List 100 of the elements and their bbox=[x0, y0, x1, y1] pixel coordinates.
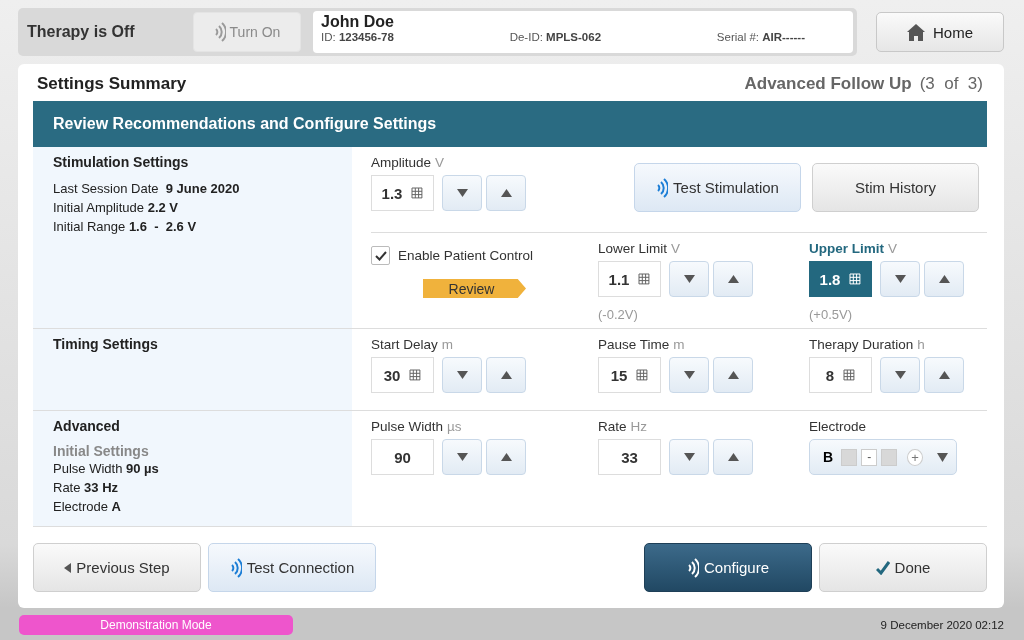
summary-line: Rate 33 Hz bbox=[53, 479, 120, 497]
review-tag: Review bbox=[423, 279, 526, 298]
field-label: Start Delay m bbox=[371, 336, 455, 354]
section-title: Stimulation Settings bbox=[53, 154, 190, 170]
unit-label: Hz bbox=[630, 419, 648, 434]
checkmark-icon bbox=[875, 560, 890, 575]
value-field[interactable]: 1.3 bbox=[371, 175, 434, 211]
summary-line: Electrode A bbox=[53, 498, 122, 516]
section-title: Timing Settings bbox=[53, 336, 159, 352]
increase-button[interactable] bbox=[486, 175, 526, 211]
summary-line: Initial Range 1.6 - 2.6 V bbox=[53, 218, 198, 236]
section-header: Review Recommendations and Configure Settings bbox=[33, 101, 987, 147]
keypad-icon bbox=[636, 369, 649, 381]
decrease-button[interactable] bbox=[669, 439, 709, 475]
subsection-title: Initial Settings bbox=[53, 443, 150, 459]
button[interactable]: Test Stimulation bbox=[634, 163, 801, 212]
demo-mode-banner: Demonstration Mode bbox=[19, 615, 293, 635]
home-button[interactable]: Home bbox=[876, 12, 1004, 52]
down-triangle-icon bbox=[683, 371, 695, 379]
increase-button[interactable] bbox=[924, 261, 964, 297]
increase-button[interactable] bbox=[486, 439, 526, 475]
unit-label: V bbox=[888, 241, 898, 256]
up-triangle-icon bbox=[500, 189, 512, 197]
date-time: 9 December 2020 02:12 bbox=[880, 619, 1004, 631]
signal-waves-icon bbox=[686, 557, 699, 578]
decrease-button[interactable] bbox=[880, 261, 920, 297]
up-triangle-icon bbox=[938, 371, 950, 379]
electrode-contact bbox=[841, 448, 858, 466]
button[interactable]: Stim History bbox=[812, 163, 979, 212]
down-triangle-icon bbox=[894, 275, 906, 283]
up-triangle-icon bbox=[938, 275, 950, 283]
button[interactable]: Test Connection bbox=[208, 543, 376, 592]
field-label: Electrode bbox=[809, 418, 868, 436]
value-field[interactable]: 1.1 bbox=[598, 261, 661, 297]
home-icon bbox=[907, 23, 925, 41]
signal-waves-icon bbox=[229, 557, 242, 578]
electrode-contact: - bbox=[861, 448, 878, 466]
patient-field: Serial #: AIR------ bbox=[716, 31, 805, 43]
decrease-button[interactable] bbox=[442, 357, 482, 393]
keypad-icon bbox=[411, 187, 424, 199]
value-field[interactable]: 15 bbox=[598, 357, 661, 393]
checkbox[interactable] bbox=[371, 246, 390, 265]
change-note: (+0.5V) bbox=[809, 307, 853, 322]
keypad-icon bbox=[843, 369, 856, 381]
unit-label: m bbox=[441, 337, 454, 352]
summary-line: Initial Amplitude 2.2 V bbox=[53, 199, 180, 217]
down-triangle-icon bbox=[683, 453, 695, 461]
increase-button[interactable] bbox=[713, 261, 753, 297]
electrode-dropdown[interactable]: B - + bbox=[809, 439, 957, 475]
field-label: Pause Time m bbox=[598, 336, 686, 354]
value-field[interactable]: 8 bbox=[809, 357, 872, 393]
unit-label: V bbox=[435, 155, 445, 170]
decrease-button[interactable] bbox=[880, 357, 920, 393]
field-label: Lower Limit V bbox=[598, 240, 682, 258]
decrease-button[interactable] bbox=[669, 357, 709, 393]
decrease-button[interactable] bbox=[669, 261, 709, 297]
patient-field: ID: 123456-78 bbox=[321, 31, 394, 43]
value-field[interactable]: 33 bbox=[598, 439, 661, 475]
unit-label: µs bbox=[447, 419, 462, 434]
field-label: Pulse Width µs bbox=[371, 418, 463, 436]
summary-line: Pulse Width 90 µs bbox=[53, 460, 160, 478]
button[interactable]: Done bbox=[819, 543, 987, 592]
increase-button[interactable] bbox=[713, 439, 753, 475]
electrode-contact: + bbox=[907, 448, 924, 466]
up-triangle-icon bbox=[727, 275, 739, 283]
down-triangle-icon bbox=[683, 275, 695, 283]
checkbox-label: Enable Patient Control bbox=[398, 248, 534, 263]
caret-left-icon bbox=[64, 562, 72, 573]
value-field[interactable]: 1.8 bbox=[809, 261, 872, 297]
workflow-name: Advanced Follow Up bbox=[744, 74, 912, 93]
increase-button[interactable] bbox=[486, 357, 526, 393]
decrease-button[interactable] bbox=[442, 175, 482, 211]
field-label: Amplitude V bbox=[371, 154, 446, 172]
keypad-icon bbox=[638, 273, 651, 285]
value-field[interactable]: 90 bbox=[371, 439, 434, 475]
unit-label: V bbox=[671, 241, 681, 256]
signal-waves-icon bbox=[213, 22, 226, 42]
increase-button[interactable] bbox=[713, 357, 753, 393]
page-title: Settings Summary bbox=[37, 74, 187, 94]
value-field[interactable]: 30 bbox=[371, 357, 434, 393]
signal-waves-icon bbox=[656, 177, 669, 198]
down-triangle-icon bbox=[456, 189, 468, 197]
change-note: (-0.2V) bbox=[598, 307, 639, 322]
field-label: Rate Hz bbox=[598, 418, 649, 436]
patient-field: De-ID: MPLS-062 bbox=[509, 31, 602, 43]
button[interactable]: Previous Step bbox=[33, 543, 201, 592]
up-triangle-icon bbox=[727, 453, 739, 461]
patient-name: John Doe bbox=[321, 13, 395, 31]
button[interactable]: Configure bbox=[644, 543, 812, 592]
keypad-icon bbox=[849, 273, 862, 285]
up-triangle-icon bbox=[727, 371, 739, 379]
step-counter: (3 of 3) bbox=[919, 74, 983, 93]
caret-down-icon bbox=[937, 452, 948, 462]
field-label: Therapy Duration h bbox=[809, 336, 926, 354]
increase-button[interactable] bbox=[924, 357, 964, 393]
field-label: Upper Limit V bbox=[809, 240, 899, 258]
down-triangle-icon bbox=[456, 371, 468, 379]
up-triangle-icon bbox=[500, 371, 512, 379]
decrease-button[interactable] bbox=[442, 439, 482, 475]
down-triangle-icon bbox=[456, 453, 468, 461]
